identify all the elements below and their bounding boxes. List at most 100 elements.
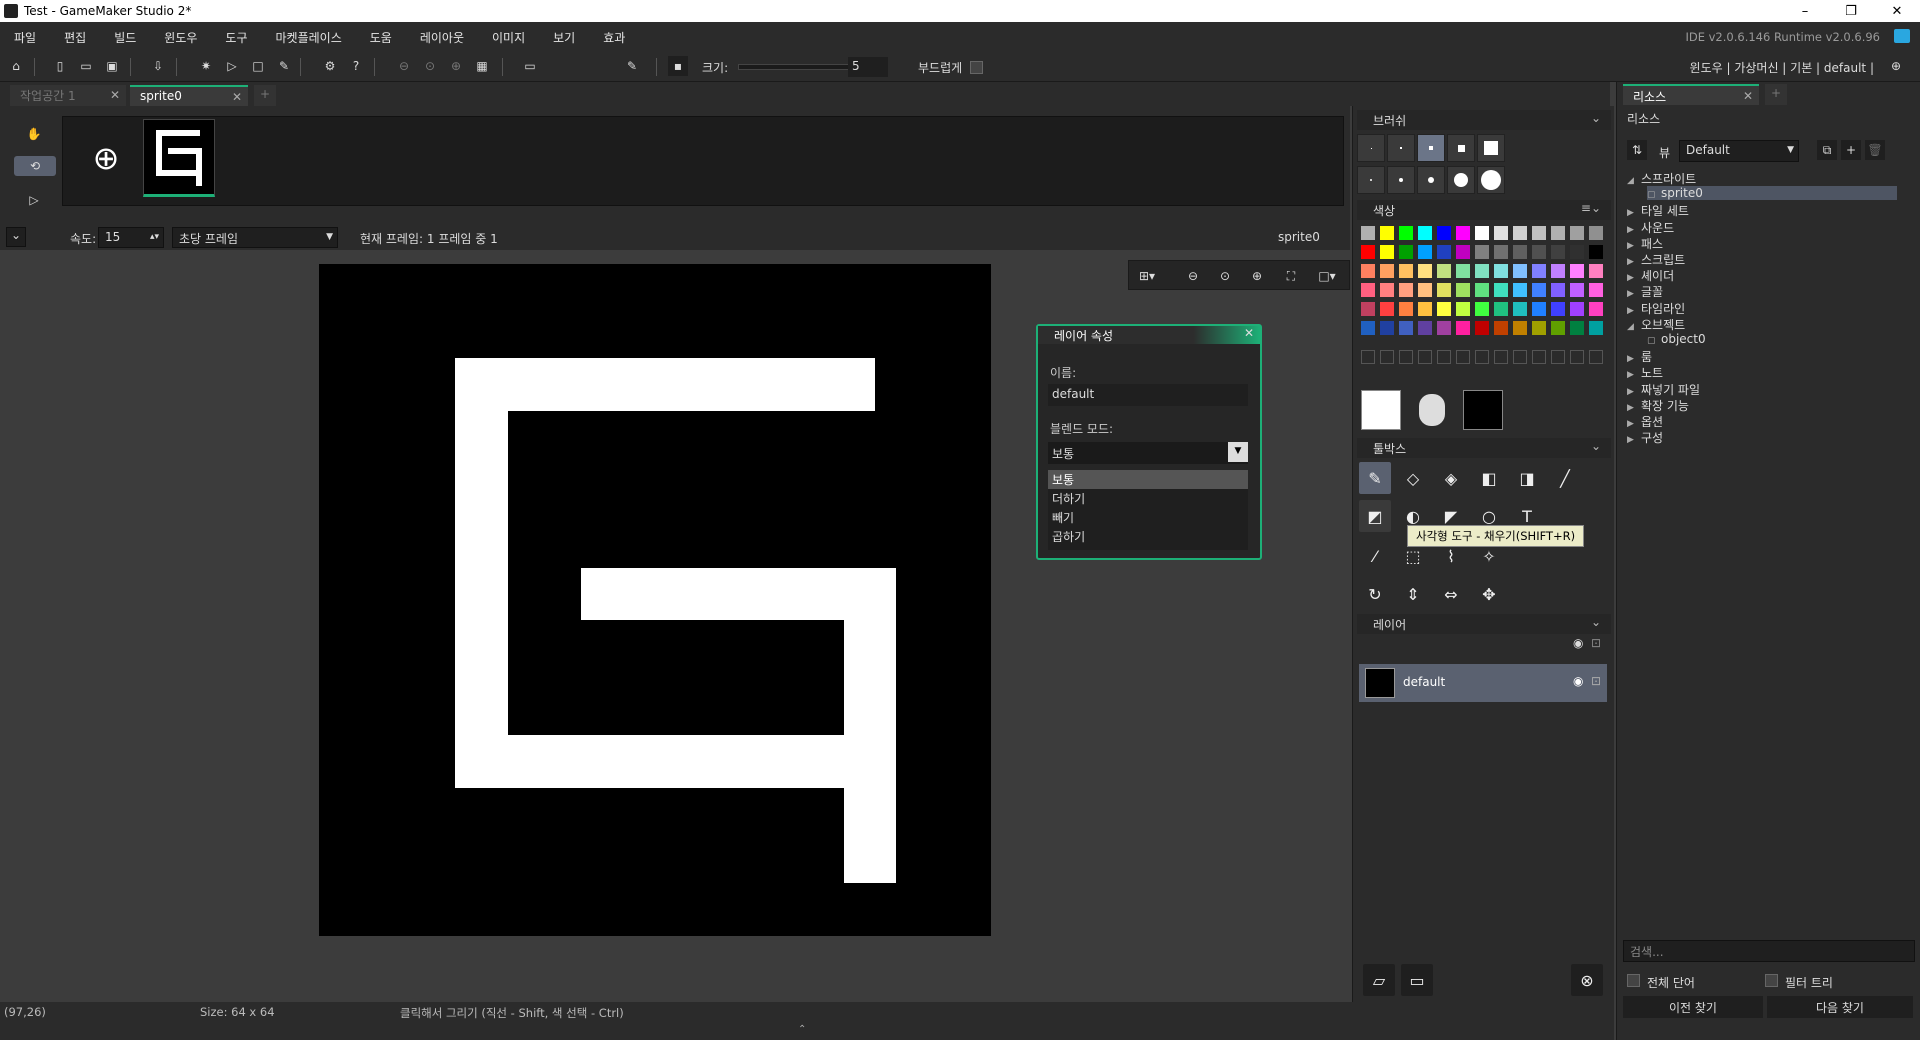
color-swatch[interactable] [1361,264,1375,278]
custom-color-slot[interactable] [1513,350,1527,364]
close-icon[interactable]: ✕ [110,88,120,102]
menu-window[interactable]: 윈도우 [150,29,211,46]
brush-size-2[interactable] [1387,134,1415,162]
color-swatch[interactable] [1456,302,1470,316]
custom-color-slot[interactable] [1380,350,1394,364]
custom-color-slot[interactable] [1399,350,1413,364]
color-swatch[interactable] [1456,245,1470,259]
stop-icon[interactable]: □ [248,56,268,76]
collapse-icon[interactable]: ⌄ [6,227,26,247]
zoom-in-icon[interactable]: ⊕ [446,56,466,76]
grid-icon[interactable]: ▦ [472,56,492,76]
color-swatch[interactable] [1475,226,1489,240]
color-swatch[interactable] [1494,264,1508,278]
color-swatch[interactable] [1551,302,1565,316]
chevron-up-icon[interactable]: ⌃ [798,1024,806,1035]
menu-tools[interactable]: 도구 [211,29,261,46]
search-input[interactable]: 검색... [1623,940,1915,962]
blend-mode-dropdown[interactable]: 보통 ▼ [1048,442,1248,464]
zoom-out-icon[interactable]: ⊖ [394,56,414,76]
color-swatch[interactable] [1418,321,1432,335]
menu-view[interactable]: 보기 [539,29,589,46]
minimize-button[interactable]: – [1782,0,1828,22]
color-swatch[interactable] [1570,245,1584,259]
custom-color-slot[interactable] [1570,350,1584,364]
sprite-canvas[interactable] [319,264,991,936]
custom-color-slot[interactable] [1456,350,1470,364]
brush-round-4[interactable] [1447,166,1475,194]
clean-icon[interactable]: ✎ [274,56,294,76]
color-swatch[interactable] [1513,302,1527,316]
color-swatch[interactable] [1513,264,1527,278]
color-swatch[interactable] [1361,321,1375,335]
custom-color-slot[interactable] [1551,350,1565,364]
brush-size-4[interactable] [1447,134,1475,162]
color-swatch[interactable] [1532,283,1546,297]
monitor-icon[interactable]: ▭ [520,56,540,76]
color-swatch[interactable] [1380,264,1394,278]
tree-folder[interactable]: ▶ 타임라인 [1627,300,1685,317]
tree-folder[interactable]: ▶ 타일 세트 [1627,202,1689,219]
new-project-icon[interactable]: ▯ [50,56,70,76]
color-swatch[interactable] [1399,302,1413,316]
tab-resources[interactable]: 리소스 ✕ [1623,84,1759,105]
color-swatch[interactable] [1551,321,1565,335]
rotate-icon[interactable]: ↻ [1359,578,1391,610]
menu-marketplace[interactable]: 마켓플레이스 [262,29,356,46]
brush-round-3[interactable] [1417,166,1445,194]
fullscreen-icon[interactable]: ⛶ [1281,266,1301,286]
color-swatch[interactable] [1532,245,1546,259]
grid-toggle-icon[interactable]: ⊞▾ [1137,266,1157,286]
brush-round-2[interactable] [1387,166,1415,194]
primary-color-swatch[interactable] [1361,390,1401,430]
menu-layout[interactable]: 레이아웃 [406,29,478,46]
whole-word-checkbox[interactable] [1627,974,1640,987]
delete-layer-icon[interactable]: ⊗ [1571,964,1603,996]
color-swatch[interactable] [1475,302,1489,316]
menu-file[interactable]: 파일 [0,29,50,46]
new-layer-icon[interactable]: ▱ [1363,964,1395,996]
tree-folder[interactable]: ▶ 옵션 [1627,413,1663,430]
color-swatch[interactable] [1589,321,1603,335]
add-tab-button[interactable]: + [1765,84,1787,105]
run-icon[interactable]: ▷ [222,56,242,76]
custom-color-slot[interactable] [1418,350,1432,364]
color-swatch[interactable] [1418,302,1432,316]
color-swatch[interactable] [1570,302,1584,316]
color-swatch[interactable] [1399,245,1413,259]
blend-option-subtract[interactable]: 빼기 [1048,508,1248,527]
zoom-fit-icon[interactable]: ⊙ [1215,266,1235,286]
color-swatch[interactable] [1437,302,1451,316]
tab-workspace[interactable]: 작업공간 1 ✕ [10,85,126,106]
color-swatch[interactable] [1513,245,1527,259]
brush-size-5[interactable] [1477,134,1505,162]
tab-sprite0[interactable]: sprite0 ✕ [130,85,248,106]
color-swatch[interactable] [1456,283,1470,297]
menu-edit[interactable]: 편집 [50,29,100,46]
tree-resource-item[interactable]: ▢ object0 [1647,332,1706,346]
color-swatch[interactable] [1475,283,1489,297]
brush-size-3[interactable] [1417,134,1445,162]
color-swatch[interactable] [1494,321,1508,335]
custom-color-slot[interactable] [1494,350,1508,364]
color-swatch[interactable] [1437,226,1451,240]
layer-folder-icon[interactable]: ▭ [1401,964,1433,996]
rectangle-tool-icon[interactable]: ◩ [1359,500,1391,532]
tree-folder[interactable]: ▶ 짜넣기 파일 [1627,381,1700,398]
close-button[interactable]: ✕ [1874,0,1920,22]
tree-folder[interactable]: ▶ 스크립트 [1627,251,1685,268]
zoom-out-icon[interactable]: ⊖ [1183,266,1203,286]
filter-tree-checkbox[interactable] [1765,974,1778,987]
color-swatch[interactable] [1418,226,1432,240]
sort-icon[interactable]: ⇅ [1627,140,1647,160]
custom-color-slot[interactable] [1437,350,1451,364]
loop-icon[interactable]: ⟲ [14,156,56,176]
find-next-button[interactable]: 다음 찾기 [1767,996,1913,1018]
blend-option-multiply[interactable]: 곱하기 [1048,527,1248,546]
smooth-checkbox[interactable] [970,61,983,74]
save-icon[interactable]: ▣ [102,56,122,76]
chevron-down-icon[interactable]: ▼ [1228,442,1248,462]
blend-option-add[interactable]: 더하기 [1048,489,1248,508]
color-swatch[interactable] [1532,321,1546,335]
close-icon[interactable]: ✕ [232,90,242,104]
